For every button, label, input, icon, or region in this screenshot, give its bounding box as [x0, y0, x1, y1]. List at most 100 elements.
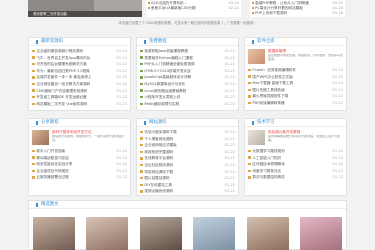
list-item[interactable]: Fluent：优秀视频编辑软件 01-22 — [248, 67, 343, 74]
list-item[interactable]: 零基础学Python编程入门课程 01-22 — [140, 55, 235, 62]
document-icon — [140, 150, 143, 153]
panel-header: 技术学习 — [245, 119, 346, 127]
list-item[interactable]: PHP从入门到精通全套免费视频 01-22 — [140, 61, 235, 68]
panel-title[interactable]: 免费教程 — [149, 38, 167, 46]
bullet-icon — [148, 7, 150, 9]
gallery-image[interactable] — [86, 217, 129, 250]
article-list: 大数据学习路线规划 01-22 人工智能入门知识 01-22 区块链技术原理解读 01… — [245, 146, 346, 181]
list-item[interactable]: 仿站小程序源码下载 01-22 — [140, 129, 235, 136]
document-icon — [140, 190, 143, 193]
panel-header: 精选图文 — [29, 201, 346, 209]
panel-header: 最新资源码 — [29, 38, 130, 46]
panel-title[interactable]: 分享教程 — [41, 119, 59, 127]
list-item[interactable]: JavaScript高级程序设计详解 01-22 — [140, 74, 235, 81]
list-item[interactable]: CMS通用门户内容管理系统源码 01-22 — [32, 88, 127, 95]
list-item[interactable]: 区块链技术原理解读 01-22 — [248, 161, 343, 168]
list-item[interactable]: 在线教育平台源码 01-22 — [140, 155, 235, 162]
list-item[interactable]: 视频点播系统源码 01-22 — [140, 188, 235, 195]
header-bar-icon — [36, 121, 38, 125]
list-item[interactable]: 企业官网响应式模板 01-22 — [140, 142, 235, 149]
list-item[interactable]: 华为：最新总结归类PHP-7.0框架 01-22 — [32, 68, 127, 75]
list-item[interactable]: 网站模板二次开发 Vue组件源码 01-22 — [32, 101, 127, 108]
list-item[interactable]: 可开放的后台管理系统解决方案 01-22 — [32, 61, 127, 68]
list-item[interactable]: 企业网站建设一站式解决方案源码 01-22 — [32, 81, 127, 88]
list-item[interactable]: Linux服务器运维基础教程 01-22 — [140, 88, 235, 95]
list-item[interactable]: 最火思维导图软件下载 01-22 — [248, 93, 343, 100]
list-item[interactable]: 商城系统完整源码 01-22 — [140, 149, 235, 156]
list-item[interactable]: 大数据学习路线规划 01-22 — [248, 148, 343, 155]
list-item[interactable]: 算法与数据结构精讲 01-22 — [248, 174, 343, 181]
list-item[interactable]: 个人博客网站源码 01-22 — [140, 136, 235, 143]
article-list: Fluent：优秀视频编辑软件 01-22 国产WPS办公软件正式版 01-22 M… — [245, 65, 346, 107]
document-icon — [32, 156, 35, 159]
list-item[interactable]: 国产WPS办公软件正式版 01-22 — [248, 74, 343, 81]
panel-header: 分享教程 — [29, 119, 130, 127]
gallery-image[interactable] — [246, 217, 289, 250]
list-item[interactable]: DIY在线建站工具 01-22 — [140, 182, 235, 189]
list-item[interactable]: Redis缓存原理与实践 01-22 — [140, 101, 235, 108]
list-item[interactable]: 云服务器部署全过程 01-22 — [32, 174, 127, 181]
note-icon — [140, 62, 143, 66]
list-item[interactable]: 导航网站源码下载 01-22 — [140, 169, 235, 176]
panel-header: 软件仓库 — [245, 38, 346, 46]
list-item[interactable]: 图片压缩工具绿色版 01-22 — [248, 87, 343, 94]
list-item[interactable]: 飞牛：世界自主开发App源码内功 01-22 — [32, 55, 127, 62]
gallery-image[interactable] — [193, 217, 236, 250]
list-item[interactable]: 企业级项目代码规范 01-22 — [32, 168, 127, 175]
document-icon — [248, 75, 251, 78]
panel-title[interactable]: 最新资源码 — [41, 38, 63, 46]
list-item[interactable]: 免费获取Java初级课程教程 01-22 — [140, 48, 235, 55]
featured-article[interactable]: 数据库管理 后台数据可视化管理，快速检索，同步更新，支持多平台使用。 — [245, 46, 346, 65]
panel-tech-learning: 技术学习 前后端分离开发教程 完整讲解前后端分离项目开发流程，包含接口设计与部署… — [244, 118, 347, 196]
document-icon — [32, 95, 35, 99]
list-item[interactable]: 移动端适配技巧总结 01-22 — [32, 155, 127, 162]
note-icon — [140, 102, 143, 105]
list-item[interactable]: 新手入门开发指南 01-22 — [32, 148, 127, 155]
list-item[interactable]: PDF阅读编辑转换器 01-22 — [248, 100, 343, 107]
panel-website-source: 网站源码 仿站小程序源码下载 01-22 个人博客网站源码 01-22 企业官网响应… — [136, 118, 239, 196]
article-list: 仿站小程序源码下载 01-22 个人博客网站源码 01-22 企业官网响应式模板 01… — [137, 127, 238, 195]
gallery-image[interactable] — [33, 217, 75, 250]
list-item[interactable]: 开发者工具箱IDE 开发运维必备 01-22 — [32, 94, 127, 101]
gallery-image[interactable] — [139, 217, 182, 250]
bullet-icon — [252, 2, 254, 4]
document-icon — [140, 163, 143, 167]
featured-article[interactable]: 前后端分离开发教程 完整讲解前后端分离项目开发流程，包含接口设计与部署。 — [245, 127, 346, 146]
document-icon — [248, 149, 251, 153]
list-item[interactable]: 网页性能优化实战分享 01-22 — [32, 161, 127, 168]
list-item[interactable]: HTML5+CSS3前端开发实战 01-22 — [140, 68, 235, 75]
list-item[interactable]: PHP上传和下载源码 01-16 — [252, 11, 343, 16]
gallery-image[interactable] — [299, 217, 342, 250]
panel-title[interactable]: 技术学习 — [257, 119, 275, 127]
panel-latest-source: 最新资源码 企业级的微信商城小程序源码 01-22 飞牛：世界自主开发App源码内… — [28, 37, 131, 111]
list-item[interactable]: 小程序开发从零到上线 01-22 — [140, 94, 235, 101]
document-icon — [32, 102, 35, 105]
gallery-title[interactable]: 精选图文 — [41, 201, 59, 209]
note-icon — [140, 89, 143, 92]
hero-banner[interactable]: 清凉夏季二次开发功能 — [28, 0, 142, 17]
document-icon — [248, 176, 251, 179]
document-icon — [32, 49, 35, 53]
list-item[interactable]: 后端开发套件一本一本 都会用得上 01-22 — [32, 74, 127, 81]
list-item[interactable]: 鱼鱼平台UX最新版CSS分期 02-22 — [148, 6, 239, 11]
document-icon — [248, 156, 251, 159]
featured-thumbnail — [32, 130, 49, 145]
document-icon — [32, 162, 35, 166]
list-item[interactable]: 论坛社区程序源码 01-22 — [140, 162, 235, 169]
list-item[interactable]: 人工智能入门知识 01-22 — [248, 155, 343, 162]
note-icon — [140, 76, 143, 79]
bullet-icon — [252, 7, 254, 9]
list-item[interactable]: Mac下载器 高速下载工具 01-22 — [248, 80, 343, 87]
panel-title[interactable]: 软件仓库 — [257, 38, 275, 46]
featured-desc: 后台数据可视化管理，快速检索，同步更新，支持多平台使用。 — [268, 54, 343, 61]
hero-image — [94, 0, 142, 11]
panel-title[interactable]: 网站源码 — [149, 119, 167, 127]
list-item[interactable]: 图片站整站源码 01-22 — [140, 175, 235, 182]
document-icon — [32, 76, 35, 79]
document-icon — [32, 82, 35, 86]
featured-article[interactable]: 新时代整体系统开发方法 前后端分离架构、微服务拆分，一站式完整开发流程分享。 — [29, 127, 130, 146]
panel-header: 免费教程 — [137, 38, 238, 46]
list-item[interactable]: 深度学习框架对比 01-22 — [248, 168, 343, 175]
list-item[interactable]: MySQL数据库设计与优化 01-22 — [140, 81, 235, 88]
list-item[interactable]: 企业级的微信商城小程序源码 01-22 — [32, 48, 127, 55]
